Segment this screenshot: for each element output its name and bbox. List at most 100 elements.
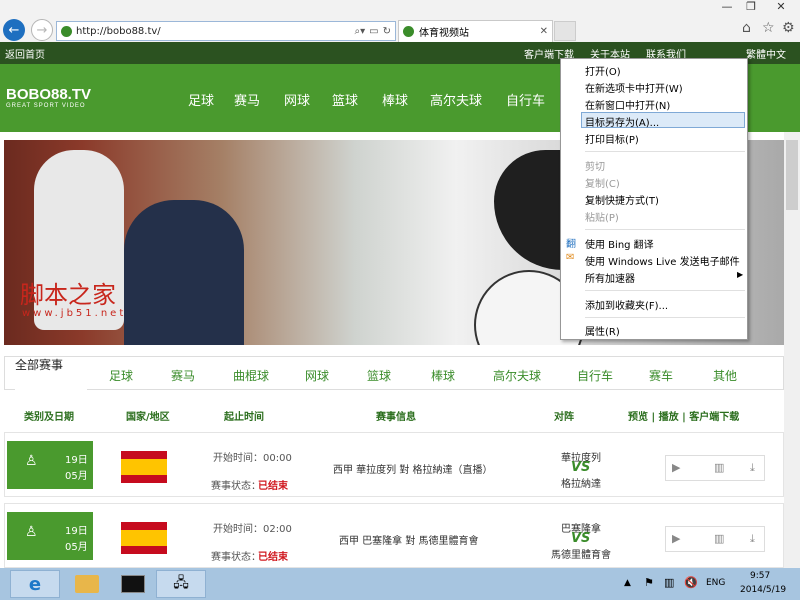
menu-bing-translate[interactable]: 使用 Bing 翻译 <box>585 236 654 251</box>
playlist-icon[interactable]: ▥ <box>714 532 724 545</box>
minimize-icon[interactable]: — <box>716 0 738 13</box>
volume-muted-icon[interactable]: 🔇 <box>684 576 698 589</box>
close-window-icon[interactable]: ✕ <box>770 0 792 13</box>
menu-save-target-as[interactable]: 目标另存为(A)... <box>585 114 659 129</box>
status-label: 赛事状态： <box>211 481 261 492</box>
tab-category[interactable]: 足球 <box>109 367 133 384</box>
date-cell: ♙ 19日 05月 <box>7 441 93 489</box>
browser-chrome: — ❐ ✕ ← → http://bobo88.tv/ ⌕▾ ▭ ↻ 体育视频站… <box>0 0 800 42</box>
tray-chevron-icon[interactable]: ▲ <box>624 578 631 588</box>
address-bar[interactable]: http://bobo88.tv/ ⌕▾ ▭ ↻ <box>56 21 396 41</box>
download-icon[interactable]: ⤓ <box>750 532 755 546</box>
nav-item[interactable]: 足球 <box>188 90 214 109</box>
site-logo[interactable]: BOBO88.TV GREAT SPORT VIDEO <box>6 86 91 109</box>
vs-label: VS <box>571 460 591 475</box>
tab-category[interactable]: 赛车 <box>649 367 673 384</box>
header-info: 赛事信息 <box>376 412 416 423</box>
date-cell: ♙ 19日 05月 <box>7 512 93 560</box>
tab-all[interactable]: 全部赛事 <box>15 356 87 390</box>
menu-copy-shortcut[interactable]: 复制快捷方式(T) <box>585 192 659 207</box>
site-leaf-icon <box>61 25 72 37</box>
menu-separator <box>585 151 745 152</box>
match-info[interactable]: 西甲 巴塞隆拿 對 馬德里體育會 <box>339 532 479 547</box>
nav-item[interactable]: 网球 <box>284 90 310 109</box>
flag-icon[interactable]: ⚑ <box>644 576 654 589</box>
nav-item[interactable]: 自行车 <box>506 90 545 109</box>
menu-paste: 粘贴(P) <box>585 213 619 224</box>
restore-icon[interactable]: ❐ <box>740 0 762 13</box>
tab-category[interactable]: 赛马 <box>171 367 195 384</box>
tab-category[interactable]: 高尔夫球 <box>493 367 541 384</box>
date-month: 05月 <box>65 471 88 482</box>
cmd-terminal-icon[interactable] <box>108 570 158 598</box>
menu-cut: 剪切 <box>585 162 605 173</box>
taskbar: e 🖧 ▲ ⚑ ▥ 🔇 ENG 9:57 2014/5/19 <box>0 568 800 600</box>
play-icon[interactable]: ▶ <box>672 532 680 545</box>
explorer-folder-icon[interactable] <box>62 570 112 598</box>
home-icon[interactable]: ⌂ <box>742 20 751 36</box>
submenu-arrow-icon: ▶ <box>737 270 744 279</box>
tab-category[interactable]: 自行车 <box>577 367 613 384</box>
tools-gear-icon[interactable]: ⚙ <box>782 20 795 36</box>
forward-icon[interactable]: → <box>31 19 53 41</box>
search-icon[interactable]: ⌕▾ <box>355 26 366 37</box>
input-language[interactable]: ENG <box>706 578 725 588</box>
header-time: 起止时间 <box>224 412 264 423</box>
compat-icon[interactable]: ▭ <box>369 26 378 37</box>
tab-active[interactable]: 体育视频站 ✕ <box>398 20 553 42</box>
refresh-icon[interactable]: ↻ <box>383 26 391 37</box>
playlist-icon[interactable]: ▥ <box>714 461 724 474</box>
network-status-icon[interactable]: ▥ <box>664 576 674 589</box>
tab-category[interactable]: 网球 <box>305 367 329 384</box>
menu-add-favorites[interactable]: 添加到收藏夹(F)... <box>585 297 668 312</box>
menu-print-target[interactable]: 打印目标(P) <box>585 131 639 146</box>
tab-category[interactable]: 棒球 <box>431 367 455 384</box>
menu-open[interactable]: 打开(O) <box>585 63 621 78</box>
ie-taskbar-icon[interactable]: e <box>10 570 60 598</box>
status-label: 赛事状态： <box>211 552 261 563</box>
status-badge: 已结束 <box>258 552 288 563</box>
nav-item[interactable]: 高尔夫球 <box>430 90 482 109</box>
new-tab-button[interactable] <box>554 21 576 41</box>
status-badge: 已结束 <box>258 481 288 492</box>
language-link[interactable]: 繁體中文 <box>746 46 786 61</box>
tab-category[interactable]: 篮球 <box>367 367 391 384</box>
nav-item[interactable]: 赛马 <box>234 90 260 109</box>
logo-text: BOBO88.TV <box>6 86 92 103</box>
menu-open-new-tab[interactable]: 在新选项卡中打开(W) <box>585 80 683 95</box>
header-match: 对阵 <box>554 412 574 423</box>
back-icon[interactable]: ← <box>3 19 25 41</box>
tab-category[interactable]: 曲棍球 <box>233 367 269 384</box>
close-tab-icon[interactable]: ✕ <box>540 26 548 37</box>
action-buttons: ▶ ▥ ⤓ <box>665 526 765 552</box>
match-info[interactable]: 西甲 華拉度列 對 格拉納達（直播） <box>333 461 493 476</box>
nav-item[interactable]: 篮球 <box>332 90 358 109</box>
nav-item[interactable]: 棒球 <box>382 90 408 109</box>
menu-open-new-window[interactable]: 在新窗口中打开(N) <box>585 97 670 112</box>
start-time: 开始时间：02:00 <box>213 524 292 535</box>
play-icon[interactable]: ▶ <box>672 461 680 474</box>
mail-icon: ✉ <box>566 252 575 263</box>
table-row: ♙ 19日 05月 开始时间：00:00 赛事状态： 已结束 西甲 華拉度列 對… <box>4 432 784 497</box>
download-icon[interactable]: ⤓ <box>750 461 755 475</box>
tab-category[interactable]: 其他 <box>713 367 737 384</box>
network-app-icon[interactable]: 🖧 <box>156 570 206 598</box>
menu-email-live[interactable]: 使用 Windows Live 发送电子邮件 <box>585 253 740 268</box>
favorites-star-icon[interactable]: ☆ <box>762 20 775 36</box>
clock-date[interactable]: 2014/5/19 <box>740 585 786 595</box>
menu-separator <box>585 317 745 318</box>
action-buttons: ▶ ▥ ⤓ <box>665 455 765 481</box>
away-team: 馬德里體育會 <box>551 550 611 561</box>
home-link[interactable]: 返回首页 <box>5 46 45 61</box>
logo-slogan: GREAT SPORT VIDEO <box>6 103 86 109</box>
scrollbar-thumb[interactable] <box>786 140 798 210</box>
bing-translate-icon: 翻 <box>566 239 576 250</box>
watermark-text: 脚本之家 <box>20 281 116 309</box>
menu-properties[interactable]: 属性(R) <box>585 323 620 338</box>
header-date: 类别及日期 <box>24 412 74 423</box>
tab-title: 体育视频站 <box>419 28 469 39</box>
menu-all-accelerators[interactable]: 所有加速器 <box>585 270 635 285</box>
site-leaf-icon <box>403 26 414 37</box>
player-photo-center <box>124 200 244 345</box>
clock-time[interactable]: 9:57 <box>750 571 770 581</box>
